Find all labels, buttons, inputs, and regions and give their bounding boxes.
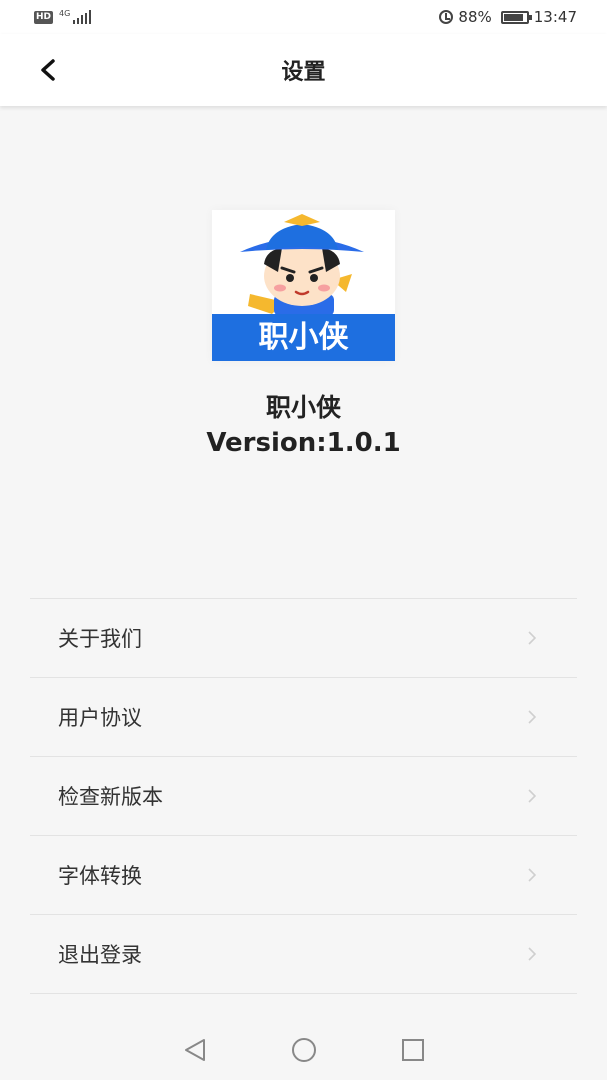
status-left: HD 4G [34, 9, 92, 24]
chevron-right-icon [528, 868, 537, 882]
status-right: 88% 13:47 [439, 8, 577, 26]
status-bar: HD 4G 88% 13:47 [0, 0, 607, 34]
menu-item-label: 关于我们 [58, 627, 142, 651]
menu-item-label: 用户协议 [58, 706, 142, 730]
back-triangle-icon [184, 1039, 205, 1061]
app-header: 设置 [0, 34, 607, 106]
chevron-right-icon [528, 631, 537, 645]
page-title: 设置 [281, 60, 326, 85]
app-version: Version:1.0.1 [206, 428, 401, 458]
settings-menu: 关于我们 用户协议 检查新版本 字体转换 退出登录 [30, 598, 577, 994]
menu-item-about-us[interactable]: 关于我们 [30, 599, 577, 678]
system-nav-bar [0, 1020, 607, 1080]
nav-back-button[interactable] [180, 1035, 210, 1065]
signal-icon: 4G [59, 9, 92, 24]
clock: 13:47 [533, 8, 577, 26]
menu-item-label: 退出登录 [58, 943, 142, 967]
menu-item-label: 检查新版本 [58, 785, 163, 809]
chevron-left-icon [41, 59, 55, 81]
battery-percent: 88% [458, 8, 492, 26]
menu-item-label: 字体转换 [58, 864, 142, 888]
recents-square-icon [401, 1039, 424, 1061]
logo-text: 职小侠 [259, 320, 350, 355]
nav-home-button[interactable] [289, 1035, 319, 1065]
alarm-icon [439, 10, 454, 24]
app-name: 职小侠 [265, 393, 341, 422]
back-button[interactable] [30, 52, 66, 88]
home-circle-icon [291, 1038, 316, 1062]
hd-badge: HD [34, 10, 54, 24]
menu-item-check-update[interactable]: 检查新版本 [30, 757, 577, 836]
app-logo: 职小侠 [212, 210, 395, 361]
nav-recents-button[interactable] [398, 1035, 428, 1065]
chevron-right-icon [528, 947, 537, 961]
battery-icon [500, 10, 532, 24]
menu-item-user-agreement[interactable]: 用户协议 [30, 678, 577, 757]
chevron-right-icon [528, 710, 537, 724]
network-type: 4G [59, 9, 71, 18]
menu-item-logout[interactable]: 退出登录 [30, 915, 577, 994]
menu-item-font-conversion[interactable]: 字体转换 [30, 836, 577, 915]
chevron-right-icon [528, 789, 537, 803]
